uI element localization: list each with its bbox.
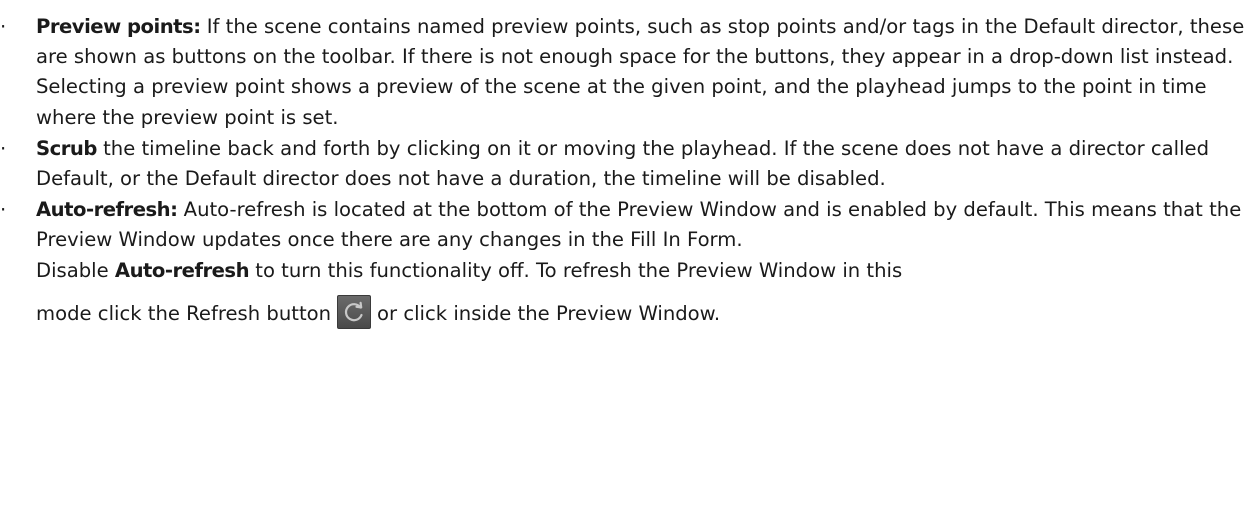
refresh-instruction-line: mode click the Refresh button or click i… xyxy=(36,295,1251,331)
continuation-text: Disable xyxy=(36,258,115,282)
continuation-paragraph: Disable Auto-refresh to turn this functi… xyxy=(36,256,1251,286)
description-auto-refresh: Auto-refresh is located at the bottom of… xyxy=(36,198,1242,252)
term-auto-refresh: Auto-refresh: xyxy=(36,198,178,222)
description-scrub: the timeline back and forth by clicking … xyxy=(36,136,1210,191)
list-item-auto-refresh: · Auto-refresh: Auto-refresh is located … xyxy=(0,195,1251,331)
documentation-text: · Preview points: If the scene contains … xyxy=(0,0,1251,507)
term-preview-points: Preview points: xyxy=(36,15,201,38)
refresh-button[interactable] xyxy=(337,295,372,330)
refresh-icon xyxy=(345,302,363,322)
bullet: · xyxy=(0,15,7,38)
description-preview-points: If the scene contains named preview poin… xyxy=(36,15,1245,129)
list-item-scrub: · Scrub the timeline back and forth by c… xyxy=(0,134,1251,194)
list-item-preview-points: · Preview points: If the scene contains … xyxy=(0,12,1251,133)
continuation-text-2: to turn this functionality off. To refre… xyxy=(249,258,903,282)
refresh-text-after: or click inside the Preview Window. xyxy=(377,301,721,325)
bullet: · xyxy=(0,136,7,160)
term-scrub: Scrub xyxy=(36,136,97,160)
refresh-text-before: mode click the Refresh button xyxy=(36,301,332,325)
bullet: · xyxy=(0,198,7,222)
term-auto-refresh-inline: Auto-refresh xyxy=(114,258,250,282)
